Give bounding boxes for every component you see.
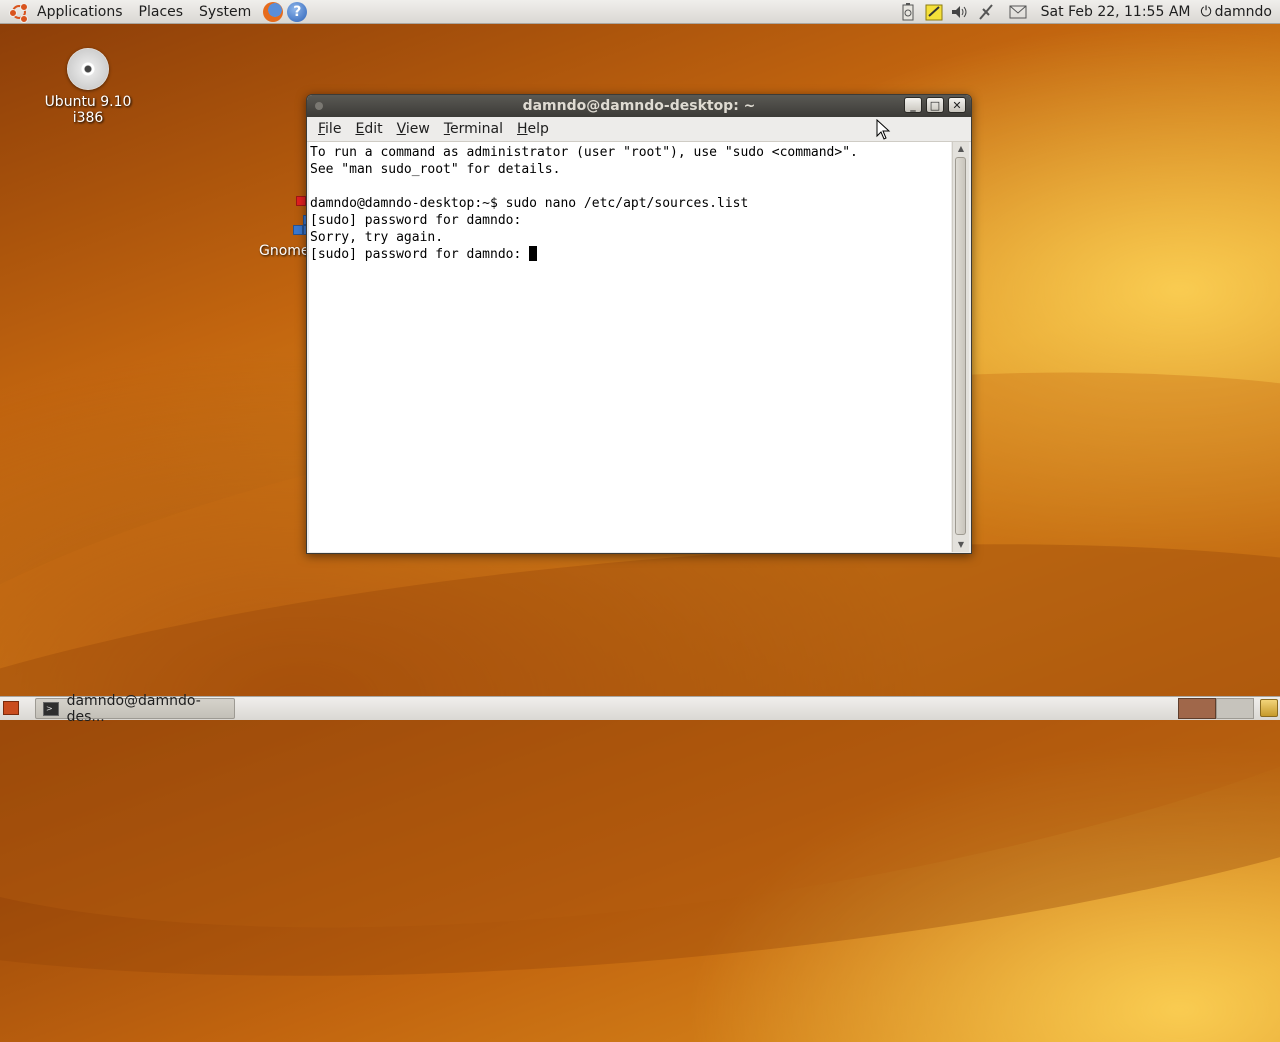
terminal-line: Sorry, try again. <box>310 230 444 245</box>
mail-icon[interactable] <box>1009 3 1027 21</box>
bottom-panel: damndo@damndo-des... <box>0 693 1280 725</box>
scrollbar-thumb[interactable] <box>955 157 966 535</box>
menu-file[interactable]: File <box>311 121 348 137</box>
desktop-icon-gnome[interactable]: Gnome <box>254 196 326 259</box>
window-title: damndo@damndo-desktop: ~ <box>522 98 756 114</box>
menu-edit[interactable]: Edit <box>348 121 389 137</box>
menu-terminal[interactable]: Terminal <box>437 121 510 137</box>
main-menu: Applications Places System <box>29 0 259 24</box>
scroll-up-arrow-icon[interactable]: ▲ <box>953 142 969 156</box>
applications-menu[interactable]: Applications <box>29 0 131 24</box>
mouse-pointer-icon <box>876 119 891 140</box>
system-tray: Sat Feb 22, 11:55 AM ⏻ damndo <box>895 0 1280 24</box>
terminal-prompt-line: [sudo] password for damndo: <box>310 246 950 263</box>
help-icon[interactable]: ? <box>287 1 308 22</box>
desktop-icon-label: Ubuntu 9.10 i386 <box>44 94 132 126</box>
window-menu-icon[interactable] <box>315 102 323 110</box>
taskbar-terminal-button[interactable]: damndo@damndo-des... <box>35 693 235 725</box>
workspace-1[interactable] <box>1178 698 1216 719</box>
text-cursor <box>529 246 538 261</box>
trash-icon[interactable] <box>1260 699 1278 717</box>
terminal-menubar: File Edit View Terminal Help <box>307 117 971 142</box>
clock[interactable]: Sat Feb 22, 11:55 AM <box>1041 4 1191 20</box>
firefox-icon[interactable] <box>263 1 284 22</box>
workspace-switcher <box>1178 697 1256 720</box>
battery-icon[interactable] <box>899 3 917 21</box>
workspace-2[interactable] <box>1216 698 1254 719</box>
terminal-output[interactable]: To run a command as administrator (user … <box>309 142 951 552</box>
scroll-down-arrow-icon[interactable]: ▼ <box>953 538 969 552</box>
window-titlebar[interactable]: damndo@damndo-desktop: ~ _ □ ✕ <box>307 95 971 117</box>
system-menu[interactable]: System <box>191 0 259 24</box>
cd-icon <box>67 48 109 90</box>
notes-icon[interactable] <box>925 3 943 21</box>
close-button[interactable]: ✕ <box>948 97 966 113</box>
user-menu[interactable]: ⏻ damndo <box>1200 4 1272 20</box>
volume-icon[interactable] <box>951 3 969 21</box>
terminal-line: [sudo] password for damndo: <box>310 213 522 228</box>
terminal-window: damndo@damndo-desktop: ~ _ □ ✕ File Edit… <box>306 94 972 554</box>
terminal-line: To run a command as administrator (user … <box>310 145 858 160</box>
minimize-button[interactable]: _ <box>904 97 922 113</box>
network-icon[interactable] <box>977 3 995 21</box>
user-name: damndo <box>1214 4 1272 20</box>
terminal-line: See "man sudo_root" for details. <box>310 162 561 177</box>
terminal-line: damndo@damndo-desktop:~$ sudo nano /etc/… <box>310 196 749 211</box>
places-menu[interactable]: Places <box>131 0 192 24</box>
maximize-button[interactable]: □ <box>926 97 944 113</box>
menu-help[interactable]: Help <box>510 121 556 137</box>
ubuntu-logo-icon[interactable] <box>9 2 29 23</box>
top-panel: Applications Places System ? Sat Feb 22,… <box>0 0 1280 24</box>
terminal-icon <box>43 701 59 716</box>
menu-view[interactable]: View <box>390 121 437 137</box>
show-desktop-icon[interactable] <box>3 701 19 715</box>
terminal-scrollbar[interactable]: ▲ ▼ <box>952 142 969 552</box>
power-icon: ⏻ <box>1200 4 1212 20</box>
desktop-icon-cd[interactable]: Ubuntu 9.10 i386 <box>28 48 148 126</box>
